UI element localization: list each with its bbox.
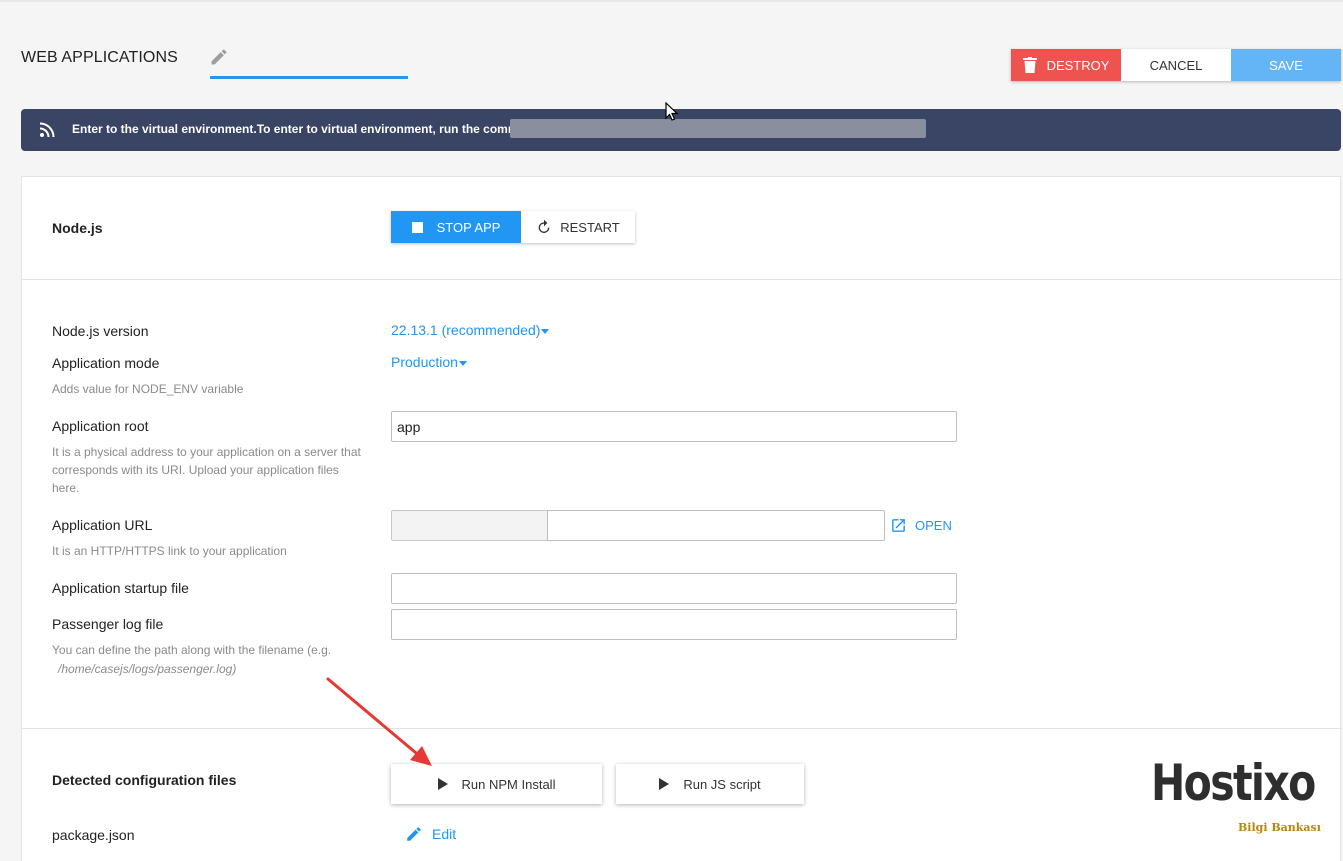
play-icon bbox=[437, 778, 448, 790]
chevron-down-icon bbox=[458, 360, 467, 366]
passenger-log-label: Passenger log file bbox=[52, 616, 164, 632]
destroy-button[interactable]: DESTROY bbox=[1011, 49, 1121, 81]
app-mode-hint: Adds value for NODE_ENV variable bbox=[52, 382, 244, 396]
mouse-cursor-icon bbox=[665, 102, 679, 121]
header-actions: DESTROY CANCEL SAVE bbox=[1011, 49, 1341, 81]
run-js-script-label: Run JS script bbox=[683, 776, 761, 792]
passenger-log-example: /home/casejs/logs/passenger.log) bbox=[58, 662, 237, 676]
app-mode-label: Application mode bbox=[52, 355, 160, 371]
restart-button[interactable]: RESTART bbox=[521, 211, 635, 243]
play-icon bbox=[659, 778, 670, 790]
stop-icon bbox=[411, 221, 423, 233]
app-root-input[interactable]: app bbox=[391, 411, 957, 442]
save-button[interactable]: SAVE bbox=[1231, 49, 1341, 81]
app-url-hint: It is an HTTP/HTTPS link to your applica… bbox=[52, 544, 287, 558]
app-url-input[interactable] bbox=[547, 510, 885, 541]
logo-wordmark: Hostixo bbox=[1151, 754, 1316, 812]
chevron-down-icon bbox=[541, 328, 550, 334]
section-divider bbox=[22, 728, 1342, 729]
run-js-script-button[interactable]: Run JS script bbox=[616, 764, 804, 804]
run-npm-install-label: Run NPM Install bbox=[461, 776, 556, 792]
nodejs-version-label: Node.js version bbox=[52, 323, 149, 339]
app-settings-card: Node.js STOP APP RESTART Node.js version… bbox=[21, 176, 1342, 861]
restart-label: RESTART bbox=[560, 219, 620, 235]
venv-command-redacted[interactable] bbox=[510, 119, 926, 138]
run-npm-install-button[interactable]: Run NPM Install bbox=[391, 764, 602, 804]
app-mode-value: Production bbox=[391, 354, 458, 370]
detected-config-label: Detected configuration files bbox=[52, 772, 237, 788]
startup-file-input[interactable] bbox=[391, 573, 957, 604]
section-divider bbox=[22, 279, 1342, 280]
nodejs-version-value: 22.13.1 (recommended) bbox=[391, 322, 541, 338]
app-mode-dropdown[interactable]: Production bbox=[391, 354, 467, 370]
name-field-underline bbox=[210, 76, 408, 79]
external-link-icon bbox=[892, 519, 905, 532]
edit-label: Edit bbox=[432, 826, 457, 842]
destroy-label: DESTROY bbox=[1046, 57, 1110, 73]
open-url-link[interactable]: OPEN bbox=[890, 517, 952, 534]
app-control-group: STOP APP RESTART bbox=[391, 211, 635, 243]
open-label: OPEN bbox=[915, 518, 952, 533]
stop-app-button[interactable]: STOP APP bbox=[391, 211, 521, 243]
annotation-arrow bbox=[326, 677, 432, 766]
app-root-label: Application root bbox=[52, 418, 149, 434]
pencil-icon bbox=[407, 827, 421, 841]
passenger-log-input[interactable] bbox=[391, 609, 957, 640]
venv-banner: Enter to the virtual environment.To ente… bbox=[21, 109, 1341, 151]
banner-message: Enter to the virtual environment.To ente… bbox=[72, 122, 544, 136]
top-border bbox=[0, 0, 1343, 2]
cancel-button[interactable]: CANCEL bbox=[1121, 49, 1231, 81]
restart-icon bbox=[538, 219, 550, 233]
app-url-domain-select[interactable] bbox=[391, 510, 547, 541]
logo-subtitle: Bilgi Bankası bbox=[1238, 821, 1321, 834]
runtime-label: Node.js bbox=[52, 220, 103, 236]
hostixo-logo: Hostixo Bilgi Bankası bbox=[1151, 754, 1341, 844]
edit-package-json-link[interactable]: Edit bbox=[405, 825, 456, 843]
startup-file-label: Application startup file bbox=[52, 580, 189, 596]
pencil-icon bbox=[211, 49, 227, 65]
trash-icon bbox=[1022, 57, 1037, 73]
passenger-log-hint: You can define the path along with the f… bbox=[52, 643, 332, 657]
nodejs-version-dropdown[interactable]: 22.13.1 (recommended) bbox=[391, 322, 550, 338]
app-name-field[interactable] bbox=[209, 44, 408, 79]
rss-icon bbox=[39, 122, 55, 138]
stop-app-label: STOP APP bbox=[436, 219, 501, 235]
package-json-label: package.json bbox=[52, 827, 135, 843]
app-root-hint: It is a physical address to your applica… bbox=[52, 445, 361, 495]
page-title: WEB APPLICATIONS bbox=[21, 49, 178, 66]
app-url-label: Application URL bbox=[52, 517, 153, 533]
